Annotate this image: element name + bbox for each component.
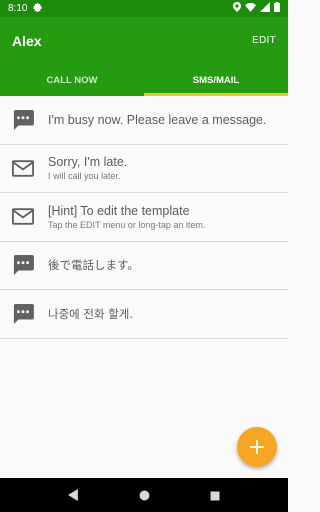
template-text: Sorry, I'm late. [48, 155, 128, 170]
status-bar: 8:10 [0, 0, 288, 17]
battery-icon [274, 2, 280, 15]
template-text: 後で電話します。 [48, 258, 139, 273]
app-bar: Alex EDIT [0, 17, 288, 64]
list-item[interactable]: [Hint] To edit the template Tap the EDIT… [0, 193, 288, 242]
contact-name-title: Alex [12, 32, 42, 49]
list-item[interactable]: I'm busy now. Please leave a message. [0, 96, 288, 145]
home-icon[interactable] [139, 486, 150, 505]
tab-bar: CALL NOW SMS/MAIL [0, 64, 288, 96]
template-text: I'm busy now. Please leave a message. [48, 112, 267, 127]
template-text: 나중에 전화 할게. [48, 306, 134, 321]
tab-sms-mail[interactable]: SMS/MAIL [144, 64, 288, 96]
template-subtext: Tap the EDIT menu or long-tap an item. [48, 219, 206, 230]
list-item[interactable]: Sorry, I'm late. I will call you later. [0, 144, 288, 193]
template-subtext: I will call you later. [48, 171, 121, 182]
wifi-icon [245, 2, 256, 15]
list-item[interactable]: 後で電話します。 [0, 241, 288, 290]
template-text: [Hint] To edit the template [48, 203, 190, 218]
location-icon [233, 2, 241, 15]
sms-icon [11, 254, 35, 276]
list-item[interactable]: 나중에 전화 할게. [0, 290, 288, 339]
edit-button[interactable]: EDIT [252, 35, 276, 46]
back-icon[interactable] [68, 486, 79, 505]
tab-call-now[interactable]: CALL NOW [0, 64, 144, 96]
sms-icon [11, 303, 35, 325]
message-template-list: I'm busy now. Please leave a message. So… [0, 96, 288, 339]
recents-icon[interactable] [210, 486, 220, 505]
status-time: 8:10 [8, 3, 28, 14]
system-nav-bar [0, 478, 288, 512]
mail-icon [11, 157, 35, 179]
mail-icon [11, 206, 35, 228]
sms-icon [11, 109, 35, 131]
add-template-button[interactable]: + [237, 427, 277, 467]
gear-icon [33, 2, 43, 15]
add-icon: + [247, 434, 267, 460]
signal-icon [260, 2, 270, 15]
